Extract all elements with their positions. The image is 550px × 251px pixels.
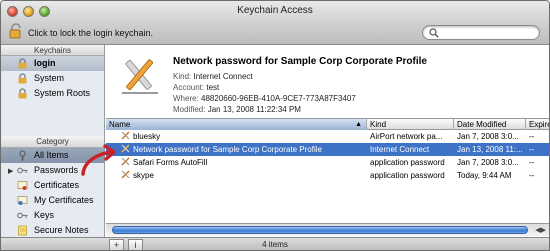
column-header-date-modified[interactable]: Date Modified: [454, 119, 526, 130]
key-icon: [17, 167, 28, 174]
window-title: Keychain Access: [237, 5, 313, 16]
category-item-secure-notes[interactable]: Secure Notes: [1, 223, 104, 238]
application-password-icon: [121, 144, 130, 153]
lock-icon[interactable]: [8, 23, 24, 39]
modified-value: Jan 13, 2008 11:22:34 PM: [207, 105, 301, 114]
column-header-label: Expire: [529, 120, 550, 129]
row-expires: --: [529, 132, 535, 141]
category-item-all-items[interactable]: All Items: [1, 148, 104, 163]
row-date: Jan 7, 2008 3:0...: [457, 158, 519, 167]
search-field[interactable]: [422, 25, 540, 40]
key-icon: [17, 212, 28, 219]
application-password-icon: [121, 131, 130, 140]
application-password-icon: [122, 59, 158, 94]
table-row[interactable]: bluesky AirPort network pa... Jan 7, 200…: [106, 130, 549, 143]
column-header-name[interactable]: Name ▲: [106, 119, 367, 130]
row-expires: --: [529, 158, 535, 167]
category-item-label: Keys: [34, 210, 55, 220]
keychain-item-label: login: [34, 58, 56, 68]
where-value: 48820660-96EB-410A-9CE7-773A87F3407: [201, 94, 356, 103]
category-item-my-certificates[interactable]: My Certificates: [1, 193, 104, 208]
keychain-item-label: System: [34, 73, 65, 83]
sort-ascending-icon: ▲: [355, 121, 362, 128]
keychain-item-login[interactable]: login: [1, 56, 104, 71]
row-date: Jan 7, 2008 3:0...: [457, 132, 519, 141]
category-item-label: All Items: [34, 150, 69, 160]
row-kind: application password: [370, 171, 445, 180]
item-name: Network password for Sample Corp Corpora…: [173, 56, 427, 67]
row-date: Today, 9:44 AM: [457, 171, 512, 180]
disclosure-triangle-icon[interactable]: ▶: [8, 164, 13, 179]
items-table: Name ▲ Kind Date Modified Expire bluesky…: [106, 119, 549, 222]
bottom-bar: + i 4 items: [1, 237, 549, 250]
toolbar: Keychain Access Click to lock the login …: [1, 1, 549, 45]
application-password-icon: [121, 170, 130, 179]
lock-icon: [18, 73, 27, 84]
table-row-selected[interactable]: Network password for Sample Corp Corpora…: [106, 143, 549, 156]
column-header-expires[interactable]: Expire: [526, 119, 549, 130]
item-where-row: Where: 48820660-96EB-410A-9CE7-773A87F34…: [173, 94, 356, 103]
scrollbar-thumb[interactable]: [112, 226, 528, 234]
category-item-passwords[interactable]: ▶ Passwords: [1, 163, 104, 178]
certificate-icon: [17, 181, 28, 190]
my-certificate-icon: [17, 196, 28, 205]
lock-icon: [18, 58, 27, 69]
column-header-label: Date Modified: [457, 120, 507, 129]
item-modified-row: Modified: Jan 13, 2008 11:22:34 PM: [173, 105, 301, 114]
horizontal-scrollbar[interactable]: ◀▶: [106, 223, 549, 236]
table-row[interactable]: Safari Forms AutoFill application passwo…: [106, 156, 549, 169]
category-item-label: My Certificates: [34, 195, 94, 205]
category-item-keys[interactable]: Keys: [1, 208, 104, 223]
search-icon: [429, 28, 439, 38]
item-kind-row: Kind: Internet Connect: [173, 72, 253, 81]
table-row[interactable]: skype application password Today, 9:44 A…: [106, 169, 549, 182]
application-password-icon: [121, 157, 130, 166]
item-info-panel: Network password for Sample Corp Corpora…: [106, 45, 549, 119]
account-value: test: [206, 83, 220, 92]
keychains-header: Keychains: [1, 45, 104, 56]
row-name: Safari Forms AutoFill: [133, 158, 208, 167]
row-expires: --: [529, 171, 535, 180]
category-header: Category: [1, 136, 104, 148]
row-kind: Internet Connect: [370, 145, 430, 154]
account-label: Account:: [173, 83, 205, 92]
item-count: 4 items: [262, 240, 288, 249]
scroll-arrows-icon[interactable]: ◀▶: [535, 226, 546, 234]
row-name: bluesky: [133, 132, 161, 141]
category-item-label: Passwords: [34, 165, 79, 175]
kind-value: Internet Connect: [193, 72, 253, 81]
column-header-kind[interactable]: Kind: [367, 119, 454, 130]
lock-hint[interactable]: Click to lock the login keychain.: [28, 28, 153, 38]
keychain-access-window: Keychain Access Click to lock the login …: [0, 0, 550, 251]
item-account-row: Account: test: [173, 83, 219, 92]
category-item-label: Certificates: [34, 180, 80, 190]
category-item-label: Secure Notes: [34, 225, 89, 235]
column-header-label: Name: [109, 120, 131, 129]
row-kind: AirPort network pa...: [370, 132, 443, 141]
lock-icon: [18, 88, 27, 99]
keychain-item-label: System Roots: [34, 88, 91, 98]
column-header-label: Kind: [370, 120, 387, 129]
all-items-icon: [19, 150, 26, 161]
search-input[interactable]: [441, 27, 535, 38]
row-name: Network password for Sample Corp Corpora…: [133, 145, 322, 154]
row-name: skype: [133, 171, 154, 180]
sidebar: Keychains login System System Roots Cate…: [1, 45, 105, 237]
modified-label: Modified:: [173, 105, 206, 114]
category-item-certificates[interactable]: Certificates: [1, 178, 104, 193]
where-label: Where:: [173, 94, 199, 103]
row-date: Jan 13, 2008 11:...: [457, 145, 523, 154]
kind-label: Kind:: [173, 72, 192, 81]
row-kind: application password: [370, 158, 445, 167]
table-header: Name ▲ Kind Date Modified Expire: [106, 119, 549, 130]
keychain-item-system[interactable]: System: [1, 71, 104, 86]
row-expires: --: [529, 145, 535, 154]
note-icon: [18, 225, 27, 236]
keychain-item-system-roots[interactable]: System Roots: [1, 86, 104, 101]
